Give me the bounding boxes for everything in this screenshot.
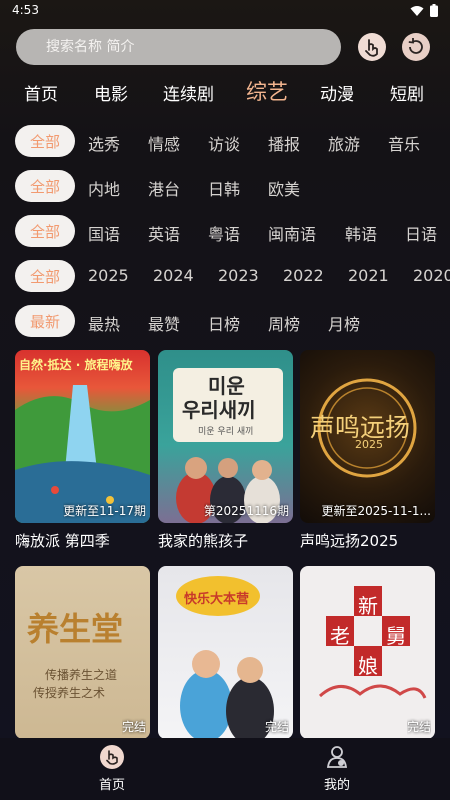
filter-option[interactable]: 港台 bbox=[148, 176, 180, 200]
filter-option[interactable]: 英语 bbox=[148, 221, 180, 245]
filter-chip-selected[interactable]: 全部 bbox=[15, 260, 75, 292]
show-card[interactable]: 快乐大本营 完结 bbox=[158, 566, 293, 739]
tab-anime[interactable]: 动漫 bbox=[320, 80, 354, 105]
poster-title: 自然·抵达 · 旅程嗨放 bbox=[19, 358, 133, 372]
filter-chip-selected[interactable]: 全部 bbox=[15, 215, 75, 247]
filter-chip-selected[interactable]: 最新 bbox=[15, 305, 75, 337]
filter-option[interactable]: 韩语 bbox=[345, 221, 377, 245]
filter-option[interactable]: 2025 bbox=[88, 266, 129, 285]
filter-option[interactable]: 日韩 bbox=[208, 176, 240, 200]
filter-option[interactable]: 情感 bbox=[148, 131, 180, 155]
poster-image bbox=[15, 385, 150, 523]
tab-series[interactable]: 连续剧 bbox=[163, 80, 214, 105]
show-card[interactable]: 声鸣远扬 2025 更新至2025-11-1... bbox=[300, 350, 435, 523]
filter-option[interactable]: 最赞 bbox=[148, 311, 180, 335]
search-bar[interactable] bbox=[16, 29, 341, 65]
status-caption: 完结 bbox=[264, 720, 289, 734]
show-title[interactable]: 声鸣远扬2025 bbox=[300, 530, 398, 551]
profile-icon bbox=[326, 746, 348, 768]
tab-movie[interactable]: 电影 bbox=[94, 80, 128, 105]
filter-option[interactable]: 国语 bbox=[88, 221, 120, 245]
show-title[interactable]: 嗨放派 第四季 bbox=[15, 530, 110, 551]
filter-row-year: 全部 2025 2024 2023 2022 2021 2020 bbox=[0, 260, 450, 292]
filter-option[interactable]: 2020 bbox=[413, 266, 450, 285]
filter-option[interactable]: 日榜 bbox=[208, 311, 240, 335]
tab-variety[interactable]: 综艺 bbox=[246, 76, 288, 106]
filter-row-language: 全部 国语 英语 粤语 闽南语 韩语 日语 bbox=[0, 215, 450, 247]
status-time: 4:53 bbox=[12, 3, 39, 17]
filter-option[interactable]: 粤语 bbox=[208, 221, 240, 245]
poster-title: 快乐大本营 bbox=[184, 592, 250, 607]
filter-option[interactable]: 播报 bbox=[268, 131, 300, 155]
poster-subtitle: 传播养生之道 bbox=[45, 668, 118, 682]
battery-icon bbox=[430, 4, 438, 17]
show-card[interactable]: 미운 우리새끼 미운 우리 새끼 第20251116期 bbox=[158, 350, 293, 523]
tab-home[interactable]: 首页 bbox=[24, 80, 58, 105]
category-tabs: 首页 电影 连续剧 综艺 动漫 短剧 bbox=[0, 76, 450, 108]
status-bar: 4:53 bbox=[0, 0, 450, 22]
tab-short-drama[interactable]: 短剧 bbox=[390, 80, 424, 105]
update-caption: 更新至2025-11-1... bbox=[321, 504, 431, 518]
show-title[interactable]: 我家的熊孩子 bbox=[158, 530, 248, 551]
filter-row-region: 全部 内地 港台 日韩 欧美 bbox=[0, 170, 450, 202]
filter-row-type: 全部 选秀 情感 访谈 播报 旅游 音乐 bbox=[0, 125, 450, 157]
search-input[interactable] bbox=[16, 29, 341, 65]
hand-touch-icon bbox=[365, 39, 378, 57]
filter-option[interactable]: 2022 bbox=[283, 266, 324, 285]
poster-char: 舅 bbox=[386, 624, 406, 648]
filter-option[interactable]: 闽南语 bbox=[268, 221, 316, 245]
filter-row-sort: 最新 最热 最赞 日榜 周榜 月榜 bbox=[0, 305, 450, 337]
filter-option[interactable]: 访谈 bbox=[208, 131, 240, 155]
poster-title: 养生堂 bbox=[27, 610, 124, 648]
filter-option[interactable]: 内地 bbox=[88, 176, 120, 200]
filter-option[interactable]: 2024 bbox=[153, 266, 194, 285]
refresh-icon[interactable] bbox=[402, 33, 430, 61]
filter-option[interactable]: 日语 bbox=[405, 221, 437, 245]
update-caption: 第20251116期 bbox=[203, 504, 289, 518]
system-icons bbox=[410, 4, 438, 17]
filter-option[interactable]: 2021 bbox=[348, 266, 389, 285]
status-caption: 完结 bbox=[121, 720, 146, 734]
filter-chip-selected[interactable]: 全部 bbox=[15, 125, 75, 157]
status-caption: 完结 bbox=[406, 720, 431, 734]
poster-char: 老 bbox=[330, 624, 350, 648]
poster-char: 新 bbox=[358, 594, 378, 618]
poster-year: 2025 bbox=[355, 438, 383, 451]
poster-subtitle: 传授养生之术 bbox=[33, 686, 106, 700]
filter-option[interactable]: 选秀 bbox=[88, 131, 120, 155]
poster-char: 娘 bbox=[358, 654, 378, 678]
nav-mine-label: 我的 bbox=[323, 778, 350, 793]
filter-option[interactable]: 欧美 bbox=[268, 176, 300, 200]
show-card[interactable]: 新 老 舅 娘 完结 bbox=[300, 566, 435, 739]
rotate-icon bbox=[408, 38, 423, 54]
filter-option[interactable]: 最热 bbox=[88, 311, 120, 335]
home-icon bbox=[100, 745, 124, 769]
show-card[interactable]: 自然·抵达 · 旅程嗨放 更新至11-17期 bbox=[15, 350, 150, 523]
filter-option[interactable]: 月榜 bbox=[328, 311, 360, 335]
poster-title: 우리새끼 bbox=[182, 398, 256, 422]
bottom-nav: 首页 我的 bbox=[0, 738, 450, 800]
wifi-icon bbox=[410, 5, 424, 16]
filter-option[interactable]: 2023 bbox=[218, 266, 259, 285]
filter-chip-selected[interactable]: 全部 bbox=[15, 170, 75, 202]
filter-option[interactable]: 周榜 bbox=[268, 311, 300, 335]
history-icon[interactable] bbox=[358, 33, 386, 61]
update-caption: 更新至11-17期 bbox=[63, 504, 146, 518]
filter-option[interactable]: 音乐 bbox=[388, 131, 420, 155]
poster-subtitle: 미운 우리 새끼 bbox=[198, 427, 254, 437]
filter-option[interactable]: 旅游 bbox=[328, 131, 360, 155]
show-card[interactable]: 养生堂 传播养生之道 传授养生之术 完结 bbox=[15, 566, 150, 739]
nav-home-label: 首页 bbox=[98, 778, 125, 793]
nav-home[interactable]: 首页 bbox=[67, 744, 157, 793]
nav-mine[interactable]: 我的 bbox=[292, 744, 382, 793]
